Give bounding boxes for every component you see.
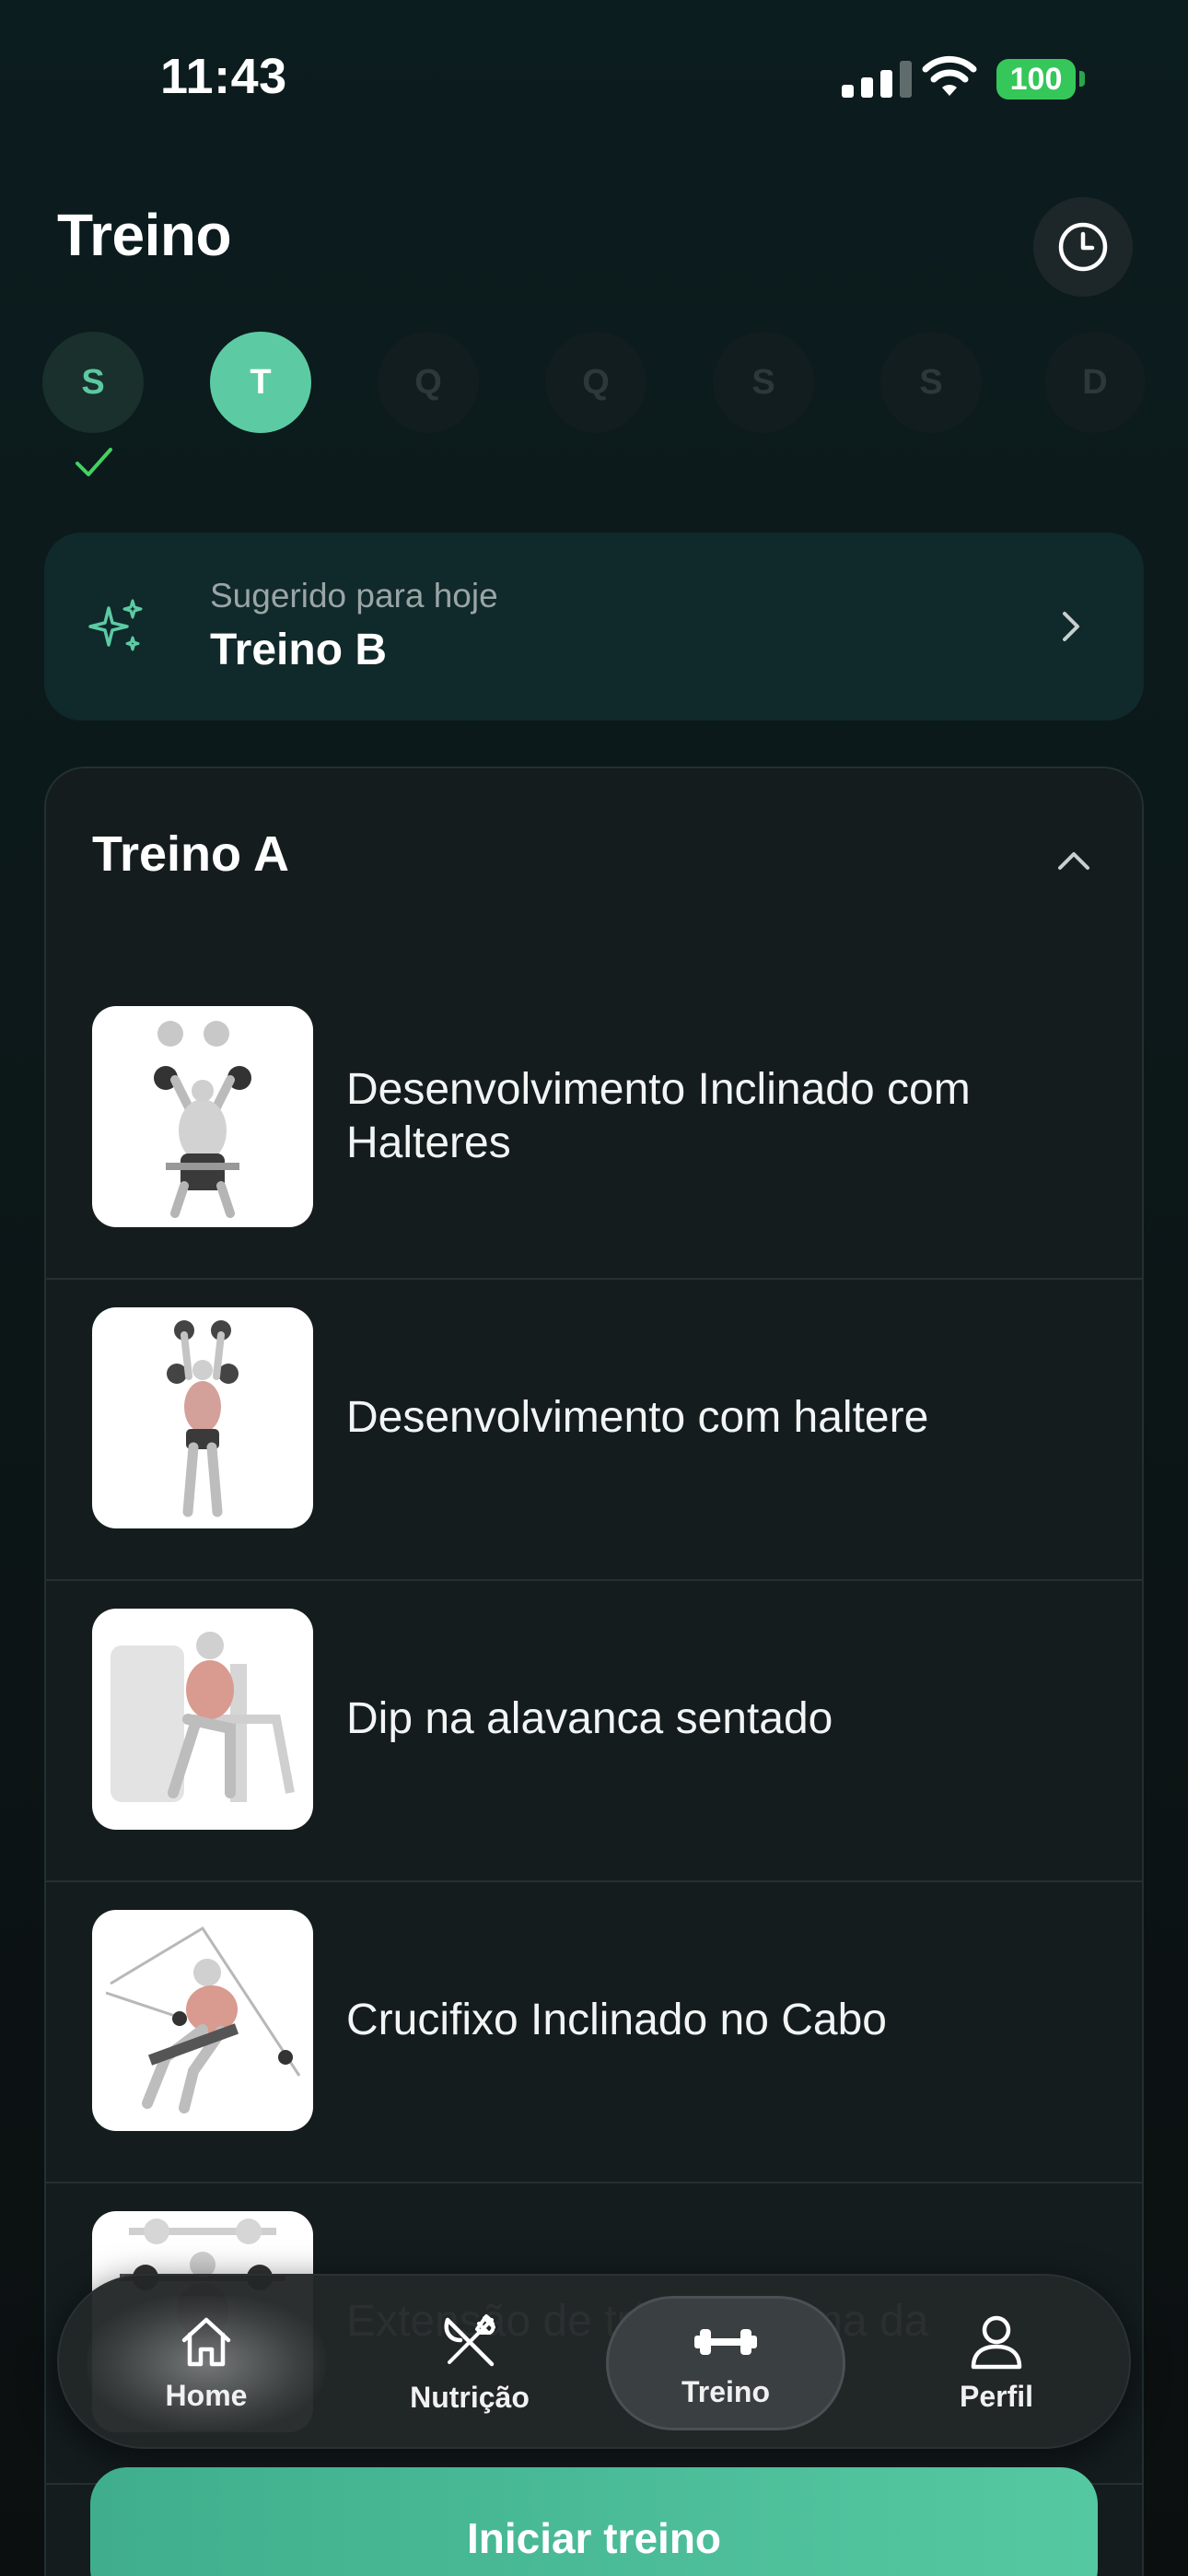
day-tuesday[interactable]: T xyxy=(210,332,311,433)
battery-indicator: 100 xyxy=(996,59,1076,100)
tab-home[interactable]: Home xyxy=(87,2296,326,2430)
workout-title: Treino A xyxy=(92,826,290,882)
check-icon xyxy=(76,448,112,476)
exercise-name: Desenvolvimento com haltere xyxy=(346,1393,929,1442)
start-workout-button[interactable]: Iniciar treino xyxy=(90,2467,1098,2576)
clock-icon xyxy=(1058,222,1108,272)
exercise-thumbnail xyxy=(92,1609,313,1830)
fork-knife-icon xyxy=(444,2313,495,2366)
cellular-signal-icon xyxy=(842,61,912,98)
person-icon xyxy=(971,2315,1022,2369)
suggestion-title: Treino B xyxy=(210,626,388,674)
tab-workout-label: Treino xyxy=(681,2374,770,2408)
exercise-thumbnail xyxy=(92,1910,313,2131)
day-thursday[interactable]: Q xyxy=(545,332,646,433)
tab-home-label: Home xyxy=(165,2378,248,2412)
exercise-thumbnail xyxy=(92,1307,313,1528)
tab-workout[interactable]: Treino xyxy=(606,2296,845,2430)
page-title: Treino xyxy=(57,202,232,268)
exercise-illustration-icon xyxy=(167,1320,239,1517)
home-icon xyxy=(181,2317,231,2366)
day-friday[interactable]: S xyxy=(713,332,814,433)
exercise-thumbnail xyxy=(92,1006,313,1227)
status-time: 11:43 xyxy=(160,49,287,104)
screen: 11:43 100 Treino S T Q Q S S D Sugerido … xyxy=(0,0,1188,2576)
exercise-row[interactable]: Crucifixo Inclinado no Cabo xyxy=(46,1882,1142,2184)
wifi-icon xyxy=(922,55,977,96)
tab-nutrition-label: Nutrição xyxy=(410,2380,530,2414)
exercise-row[interactable]: Desenvolvimento com haltere xyxy=(46,1280,1142,1581)
sparkles-icon xyxy=(88,599,143,651)
exercise-name: Desenvolvimento Inclinado com Halteres xyxy=(346,1065,971,1167)
tab-nutrition[interactable]: Nutrição xyxy=(350,2296,589,2430)
chevron-right-icon xyxy=(1063,612,1079,641)
suggestion-subtitle: Sugerido para hoje xyxy=(210,577,498,615)
day-saturday[interactable]: S xyxy=(880,332,982,433)
exercise-name: Dip na alavanca sentado xyxy=(346,1694,833,1743)
tab-bar: Home Nutrição Treino Perfil xyxy=(57,2274,1131,2449)
day-sunday[interactable]: D xyxy=(1044,332,1146,433)
battery-nub xyxy=(1079,71,1085,87)
dumbbell-icon xyxy=(694,2328,757,2355)
exercise-row[interactable]: Desenvolvimento Inclinado com Halteres xyxy=(46,978,1142,1280)
suggested-workout-card[interactable]: Sugerido para hoje Treino B xyxy=(44,533,1144,720)
day-wednesday[interactable]: Q xyxy=(378,332,479,433)
exercise-illustration-icon xyxy=(105,1926,301,2113)
exercise-row[interactable]: Dip na alavanca sentado xyxy=(46,1581,1142,1882)
day-monday[interactable]: S xyxy=(42,332,144,433)
exercise-name: Crucifixo Inclinado no Cabo xyxy=(346,1996,887,2044)
battery-level: 100 xyxy=(1009,61,1063,97)
tab-profile-label: Perfil xyxy=(959,2379,1034,2413)
exercise-illustration-icon xyxy=(111,1632,295,1802)
history-button[interactable] xyxy=(1033,197,1133,297)
chevron-up-icon[interactable] xyxy=(1052,838,1096,883)
tab-profile[interactable]: Perfil xyxy=(877,2296,1116,2430)
exercise-illustration-icon xyxy=(154,1021,251,1218)
